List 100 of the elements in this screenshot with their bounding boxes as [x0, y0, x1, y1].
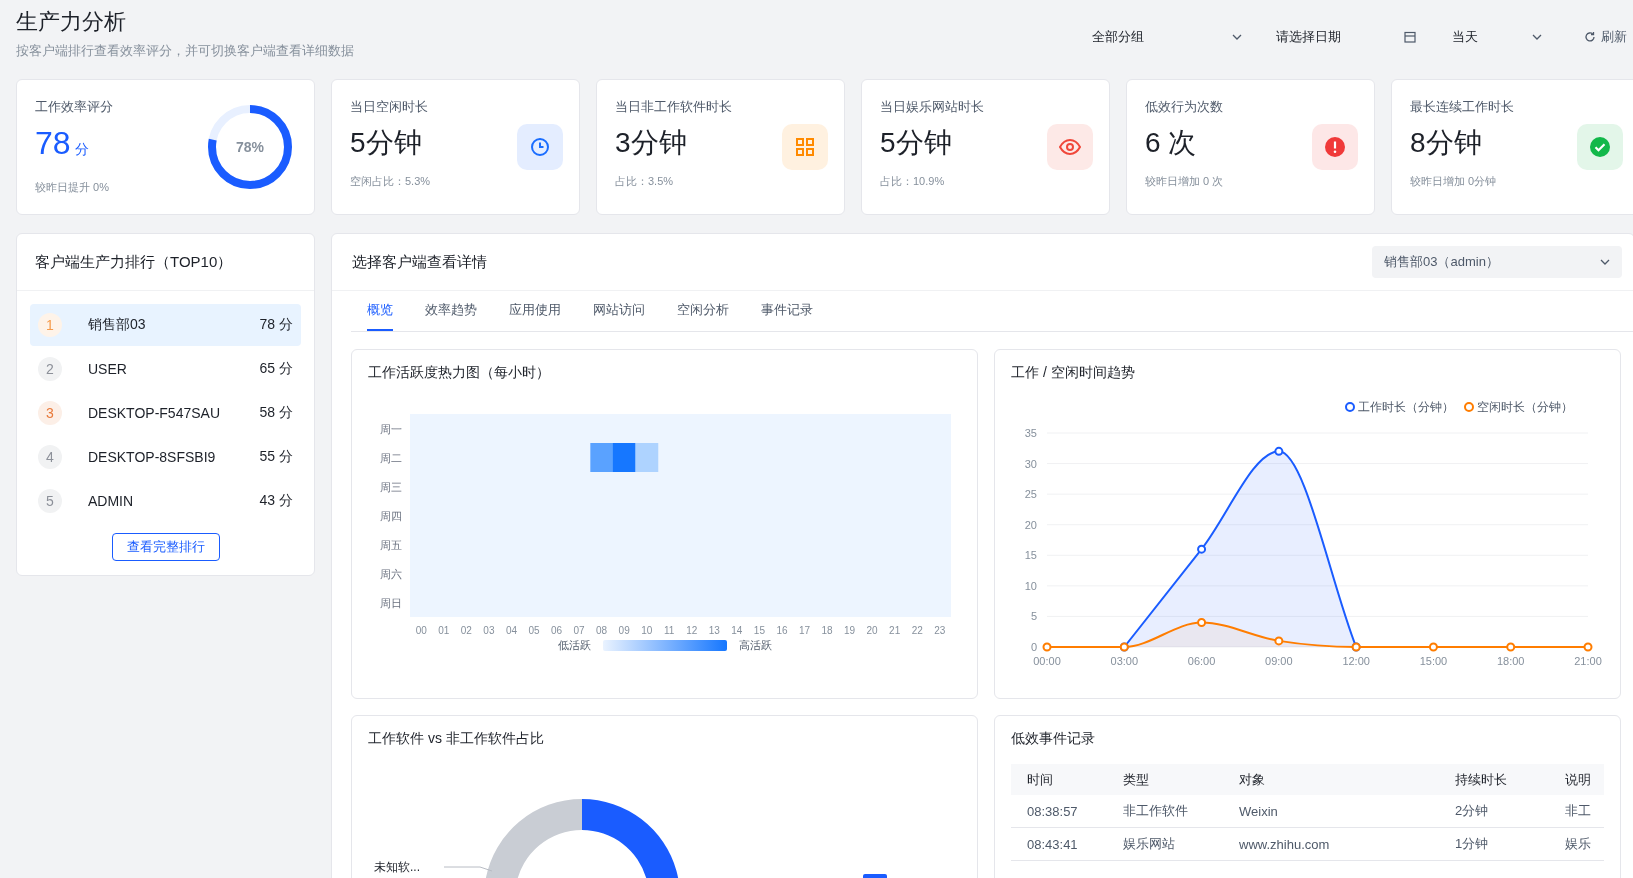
legend-item[interactable]: 工作时长（分钟）	[1345, 400, 1454, 414]
stat-unit: 分	[74, 141, 89, 157]
tab[interactable]: 效率趋势	[425, 291, 477, 331]
refresh-icon	[1584, 31, 1596, 43]
axis-label: 25	[1024, 488, 1037, 501]
column-header: 持续时长	[1439, 764, 1549, 795]
column-header: 对象	[1223, 764, 1439, 795]
axis-label: 10	[1024, 579, 1037, 592]
hour-label: 06	[550, 625, 563, 636]
date-field[interactable]: 请选择日期	[1266, 24, 1426, 50]
hour-label: 18	[821, 625, 833, 636]
gauge-label: 78%	[235, 138, 265, 157]
legend-item[interactable]: 空闲时长（分钟）	[1464, 400, 1573, 414]
stat-value: 8分钟	[1410, 126, 1483, 160]
rank-badge: 2	[38, 357, 62, 381]
client-name: 销售部03	[88, 316, 147, 334]
hour-label: 15	[753, 625, 765, 636]
column-header: 类型	[1107, 764, 1223, 795]
range-select[interactable]: 当天	[1442, 24, 1552, 50]
hour-label: 17	[798, 625, 811, 636]
stat-note: 较昨日提升 0%	[35, 180, 110, 195]
data-point	[1042, 642, 1052, 652]
tab[interactable]: 网站访问	[593, 291, 645, 331]
full-ranking-button[interactable]: 查看完整排行	[111, 533, 220, 561]
data-point	[1197, 544, 1207, 554]
stat-label: 最长连续工作时长	[1410, 98, 1514, 116]
client-name: USER	[88, 361, 128, 377]
client-score: 55 分	[259, 448, 293, 466]
client-score: 65 分	[259, 360, 293, 378]
ranking-item[interactable]: 2 USER 65 分	[30, 348, 301, 390]
client-name: DESKTOP-8SFSBI9	[88, 449, 217, 465]
legend-label: 低活跃	[558, 639, 591, 651]
group-select[interactable]: 全部分组	[1082, 24, 1252, 50]
hour-label: 05	[528, 625, 540, 636]
stat-note: 空闲占比：5.3%	[350, 174, 431, 189]
table-cell: Weixin	[1223, 795, 1439, 828]
tab[interactable]: 概览	[367, 291, 393, 331]
table-cell: 娱乐网站	[1107, 827, 1223, 861]
caret-icon	[1232, 34, 1242, 40]
panel-title: 客户端生产力排行（TOP10）	[35, 252, 233, 272]
hour-label: 04	[505, 625, 517, 636]
day-label: 周五	[380, 538, 402, 551]
ranking-item[interactable]: 4 DESKTOP-8SFSBI9 55 分	[30, 436, 301, 478]
stat-label: 当日非工作软件时长	[615, 98, 732, 116]
hour-label: 14	[731, 625, 743, 636]
day-label: 周日	[380, 596, 402, 609]
stat-note: 较昨日增加 0 次	[1145, 174, 1224, 189]
table-cell: 1分钟	[1439, 827, 1549, 861]
card-title: 低效事件记录	[1010, 729, 1096, 748]
table-cell: 08:38:57	[1011, 795, 1107, 828]
table-cell: www.zhihu.com	[1223, 827, 1439, 861]
tab[interactable]: 应用使用	[509, 291, 561, 331]
hour-label: 19	[844, 625, 856, 636]
caret-icon	[1532, 34, 1542, 40]
card-title: 工作 / 空闲时间趋势	[1010, 363, 1136, 382]
page-title: 生产力分析	[16, 8, 127, 36]
client-name: ADMIN	[88, 493, 135, 509]
heatmap-cell	[612, 443, 636, 472]
tab[interactable]: 空闲分析	[677, 291, 729, 331]
axis-label: 15:00	[1419, 655, 1448, 667]
client-name: DESKTOP-F547SAU	[88, 405, 221, 421]
data-point	[1428, 642, 1438, 652]
axis-label: 15	[1024, 549, 1037, 562]
data-point	[1274, 636, 1284, 646]
client-score: 43 分	[259, 492, 293, 510]
client-score: 58 分	[259, 404, 293, 422]
refresh-button[interactable]: 刷新	[1578, 28, 1633, 46]
hour-label: 09	[618, 625, 630, 636]
hour-label: 10	[641, 625, 653, 636]
axis-label: 20	[1024, 518, 1037, 531]
data-point	[1274, 446, 1284, 456]
stat-value: 3分钟	[615, 126, 688, 160]
hour-label: 16	[776, 625, 788, 636]
table-cell: 娱乐	[1549, 827, 1604, 861]
hour-label: 00	[415, 625, 427, 636]
heatmap-cell	[590, 443, 614, 472]
axis-label: 06:00	[1187, 655, 1216, 667]
hour-label: 20	[866, 625, 878, 636]
column-header: 说明	[1549, 764, 1604, 795]
table-cell: 非工	[1549, 795, 1604, 828]
rank-badge: 5	[38, 489, 62, 513]
day-label: 周三	[380, 480, 402, 493]
ranking-item[interactable]: 3 DESKTOP-F547SAU 58 分	[30, 392, 301, 434]
data-point	[1506, 642, 1516, 652]
axis-label: 03:00	[1110, 655, 1139, 667]
hour-label: 08	[596, 625, 608, 636]
legend-label: 高活跃	[739, 639, 772, 651]
legend-swatch	[863, 874, 887, 878]
client-select[interactable]: 销售部03（admin）	[1372, 246, 1622, 278]
axis-label: 5	[1030, 610, 1037, 623]
day-label: 周一	[380, 422, 402, 435]
hour-label: 12	[686, 625, 698, 636]
ranking-item[interactable]: 5 ADMIN 43 分	[30, 480, 301, 522]
stat-value: 5分钟	[880, 126, 953, 160]
stat-label: 当日娱乐网站时长	[880, 98, 984, 116]
ranking-item[interactable]: 1 销售部03 78 分	[30, 304, 301, 346]
data-point	[1197, 618, 1207, 628]
day-label: 周四	[380, 509, 402, 522]
stat-value: 78	[35, 125, 71, 161]
tab[interactable]: 事件记录	[761, 291, 813, 331]
